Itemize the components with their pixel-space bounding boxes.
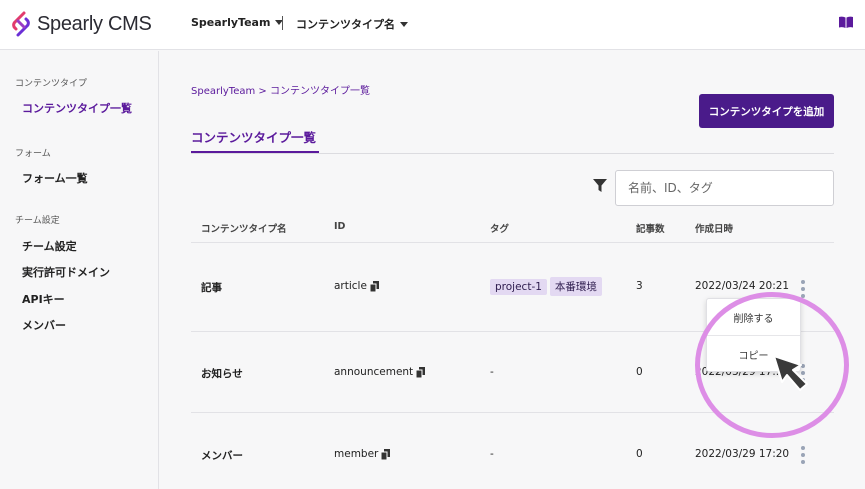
add-content-type-button[interactable]: コンテンツタイプを追加 [699, 94, 834, 128]
tab-content-type-list[interactable]: コンテンツタイプ一覧 [191, 127, 316, 146]
filter-icon[interactable] [593, 179, 607, 193]
sidebar: コンテンツタイプ コンテンツタイプ一覧 フォーム フォーム一覧 チーム設定 チー… [0, 51, 159, 489]
sidebar-group-content-types: コンテンツタイプ [15, 79, 88, 89]
sidebar-item-form-list[interactable]: フォーム一覧 [22, 170, 88, 186]
tag-badge: project-1 [490, 278, 547, 295]
team-switcher[interactable]: SpearlyTeam [191, 16, 284, 29]
header-divider [282, 16, 283, 30]
row-id-text: article [334, 280, 367, 292]
spearly-logo-icon [12, 11, 30, 37]
tag-badge: 本番環境 [549, 277, 602, 296]
column-header-id: ID [334, 221, 346, 232]
cursor-arrow-icon [773, 355, 808, 391]
row-id: member [334, 448, 391, 460]
tab-border [191, 153, 834, 154]
sidebar-item-api-keys[interactable]: APIキー [22, 291, 65, 307]
column-header-count: 記事数 [636, 224, 665, 235]
column-header-name: コンテンツタイプ名 [201, 224, 287, 235]
sidebar-item-team-settings[interactable]: チーム設定 [22, 238, 77, 254]
content-type-switcher[interactable]: コンテンツタイプ名 [296, 16, 408, 32]
copy-icon[interactable] [381, 448, 391, 460]
sidebar-group-forms: フォーム [15, 149, 51, 159]
search-input[interactable] [615, 170, 834, 206]
sidebar-item-allowed-domains[interactable]: 実行許可ドメイン [22, 264, 110, 280]
row-id-text: member [334, 448, 379, 460]
row-id: article [334, 280, 379, 292]
row-name[interactable]: メンバー [201, 448, 243, 463]
sidebar-group-team-settings: チーム設定 [15, 216, 60, 226]
row-id-text: announcement [334, 366, 414, 378]
chevron-down-icon [400, 21, 408, 27]
row-tags: - [490, 448, 494, 460]
row-count: 0 [636, 366, 643, 378]
app-header: Spearly CMS SpearlyTeam コンテンツタイプ名 [0, 0, 865, 50]
logo-text: Spearly CMS [37, 12, 152, 35]
column-header-tags: タグ [490, 224, 510, 235]
row-count: 0 [636, 448, 643, 460]
more-vertical-icon[interactable] [800, 280, 806, 298]
row-id: announcement [334, 366, 426, 378]
sidebar-item-members[interactable]: メンバー [22, 317, 66, 333]
column-header-created: 作成日時 [695, 224, 734, 235]
logo[interactable]: Spearly CMS [10, 10, 152, 38]
row-created: 2022/03/29 17:20 [695, 448, 790, 460]
row-count: 3 [636, 280, 643, 292]
copy-icon[interactable] [369, 280, 379, 292]
table-divider [191, 242, 834, 243]
row-name[interactable]: お知らせ [201, 366, 243, 381]
book-icon[interactable] [839, 16, 853, 28]
row-created: 2022/03/24 20:21 [695, 280, 790, 292]
copy-icon[interactable] [416, 366, 426, 378]
row-name[interactable]: 記事 [201, 280, 222, 295]
row-tags: - [490, 366, 494, 378]
team-name: SpearlyTeam [191, 16, 271, 29]
more-vertical-icon[interactable] [800, 446, 806, 464]
breadcrumb[interactable]: SpearlyTeam > コンテンツタイプ一覧 [191, 82, 370, 97]
content-type-name: コンテンツタイプ名 [296, 18, 395, 31]
sidebar-item-content-type-list[interactable]: コンテンツタイプ一覧 [22, 100, 132, 116]
row-tags: project-1 本番環境 [490, 277, 605, 296]
